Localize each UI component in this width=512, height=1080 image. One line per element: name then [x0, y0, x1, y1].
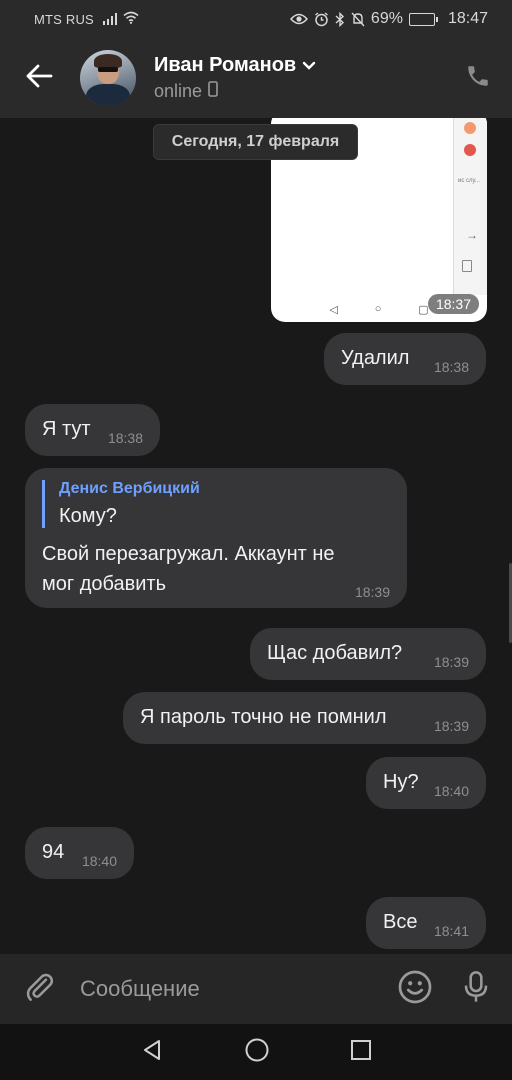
message-bubble[interactable]: Все 18:41 — [366, 897, 486, 949]
message-bubble[interactable]: Щас добавил? 18:39 — [250, 628, 486, 680]
battery-icon — [408, 12, 438, 26]
eye-icon — [289, 13, 308, 25]
back-arrow-icon — [25, 64, 53, 93]
reply-quote[interactable]: Денис Вербицкий Кому? — [42, 480, 200, 528]
clock: 18:47 — [447, 10, 488, 27]
message-bubble[interactable]: Удалил 18:38 — [324, 333, 486, 385]
message-time: 18:39 — [433, 654, 469, 670]
contact-info[interactable]: Иван Романов online — [154, 54, 444, 102]
message-bubble[interactable]: 94 18:40 — [25, 827, 134, 879]
message-text: Щас добавил? — [267, 642, 403, 664]
mute-icon — [351, 12, 365, 27]
message-bubble-reply[interactable]: Денис Вербицкий Кому? Свой перезагружал.… — [25, 468, 407, 608]
message-input[interactable]: Сообщение — [80, 976, 390, 1002]
message-time: 18:39 — [433, 718, 469, 734]
message-bubble[interactable]: Я тут 18:38 — [25, 404, 160, 456]
date-divider: Сегодня, 17 февраля — [153, 124, 358, 160]
message-time: 18:40 — [81, 853, 117, 869]
battery-percent: 69% — [370, 10, 403, 27]
message-text: Свой перезагружал. Аккаунт не мог добави… — [42, 543, 335, 595]
message-time: 18:39 — [354, 584, 390, 600]
message-text: Все — [383, 911, 418, 933]
microphone-icon — [460, 969, 492, 1010]
message-text: Я тут — [42, 418, 91, 440]
voice-message-button[interactable] — [440, 969, 512, 1010]
system-nav-bar — [0, 1024, 512, 1080]
message-text: 94 — [42, 841, 65, 863]
alarm-icon — [314, 11, 329, 27]
nav-back-icon[interactable] — [140, 1038, 164, 1067]
phone-icon — [465, 63, 491, 94]
image-content: ис слу... → — [453, 118, 487, 295]
nav-home-icon[interactable] — [244, 1037, 270, 1068]
contact-name: Иван Романов — [154, 54, 297, 76]
composer: Сообщение — [0, 954, 512, 1024]
message-time: 18:41 — [433, 923, 469, 939]
emoji-button[interactable] — [390, 969, 440, 1010]
message-bubble[interactable]: Я пароль точно не помнил 18:39 — [123, 692, 486, 744]
mobile-device-icon — [208, 81, 218, 102]
message-time: 18:40 — [433, 783, 469, 799]
emoji-icon — [397, 969, 433, 1010]
reply-text: Кому? — [59, 505, 117, 527]
message-time: 18:38 — [107, 430, 143, 446]
message-text: Ну? — [383, 771, 419, 793]
message-list[interactable]: ис слу... → ◁ ○ ▢ 18:37 Сегодня, 17 феврал… — [0, 118, 512, 954]
contact-status: online — [154, 81, 203, 101]
status-bar: MTS RUS 69% 18:47 — [0, 0, 512, 38]
message-bubble[interactable]: Ну? 18:40 — [366, 757, 486, 809]
reply-author: Денис Вербицкий — [59, 480, 200, 497]
signal-icon — [102, 13, 117, 25]
carrier-label: MTS RUS — [34, 11, 94, 27]
back-button[interactable] — [0, 38, 78, 118]
call-button[interactable] — [444, 38, 512, 118]
image-time: 18:37 — [427, 294, 479, 314]
chat-header: Иван Романов online — [0, 38, 512, 118]
wifi-icon — [123, 11, 139, 27]
nav-recents-icon[interactable] — [350, 1039, 372, 1066]
message-time: 18:38 — [433, 359, 469, 375]
bluetooth-icon — [335, 11, 345, 27]
avatar[interactable] — [80, 50, 136, 106]
message-text: Я пароль точно не помнил — [140, 706, 387, 728]
message-text: Удалил — [341, 347, 410, 369]
attach-button[interactable] — [0, 971, 80, 1008]
chevron-down-icon — [302, 54, 316, 77]
paperclip-icon — [24, 971, 56, 1008]
